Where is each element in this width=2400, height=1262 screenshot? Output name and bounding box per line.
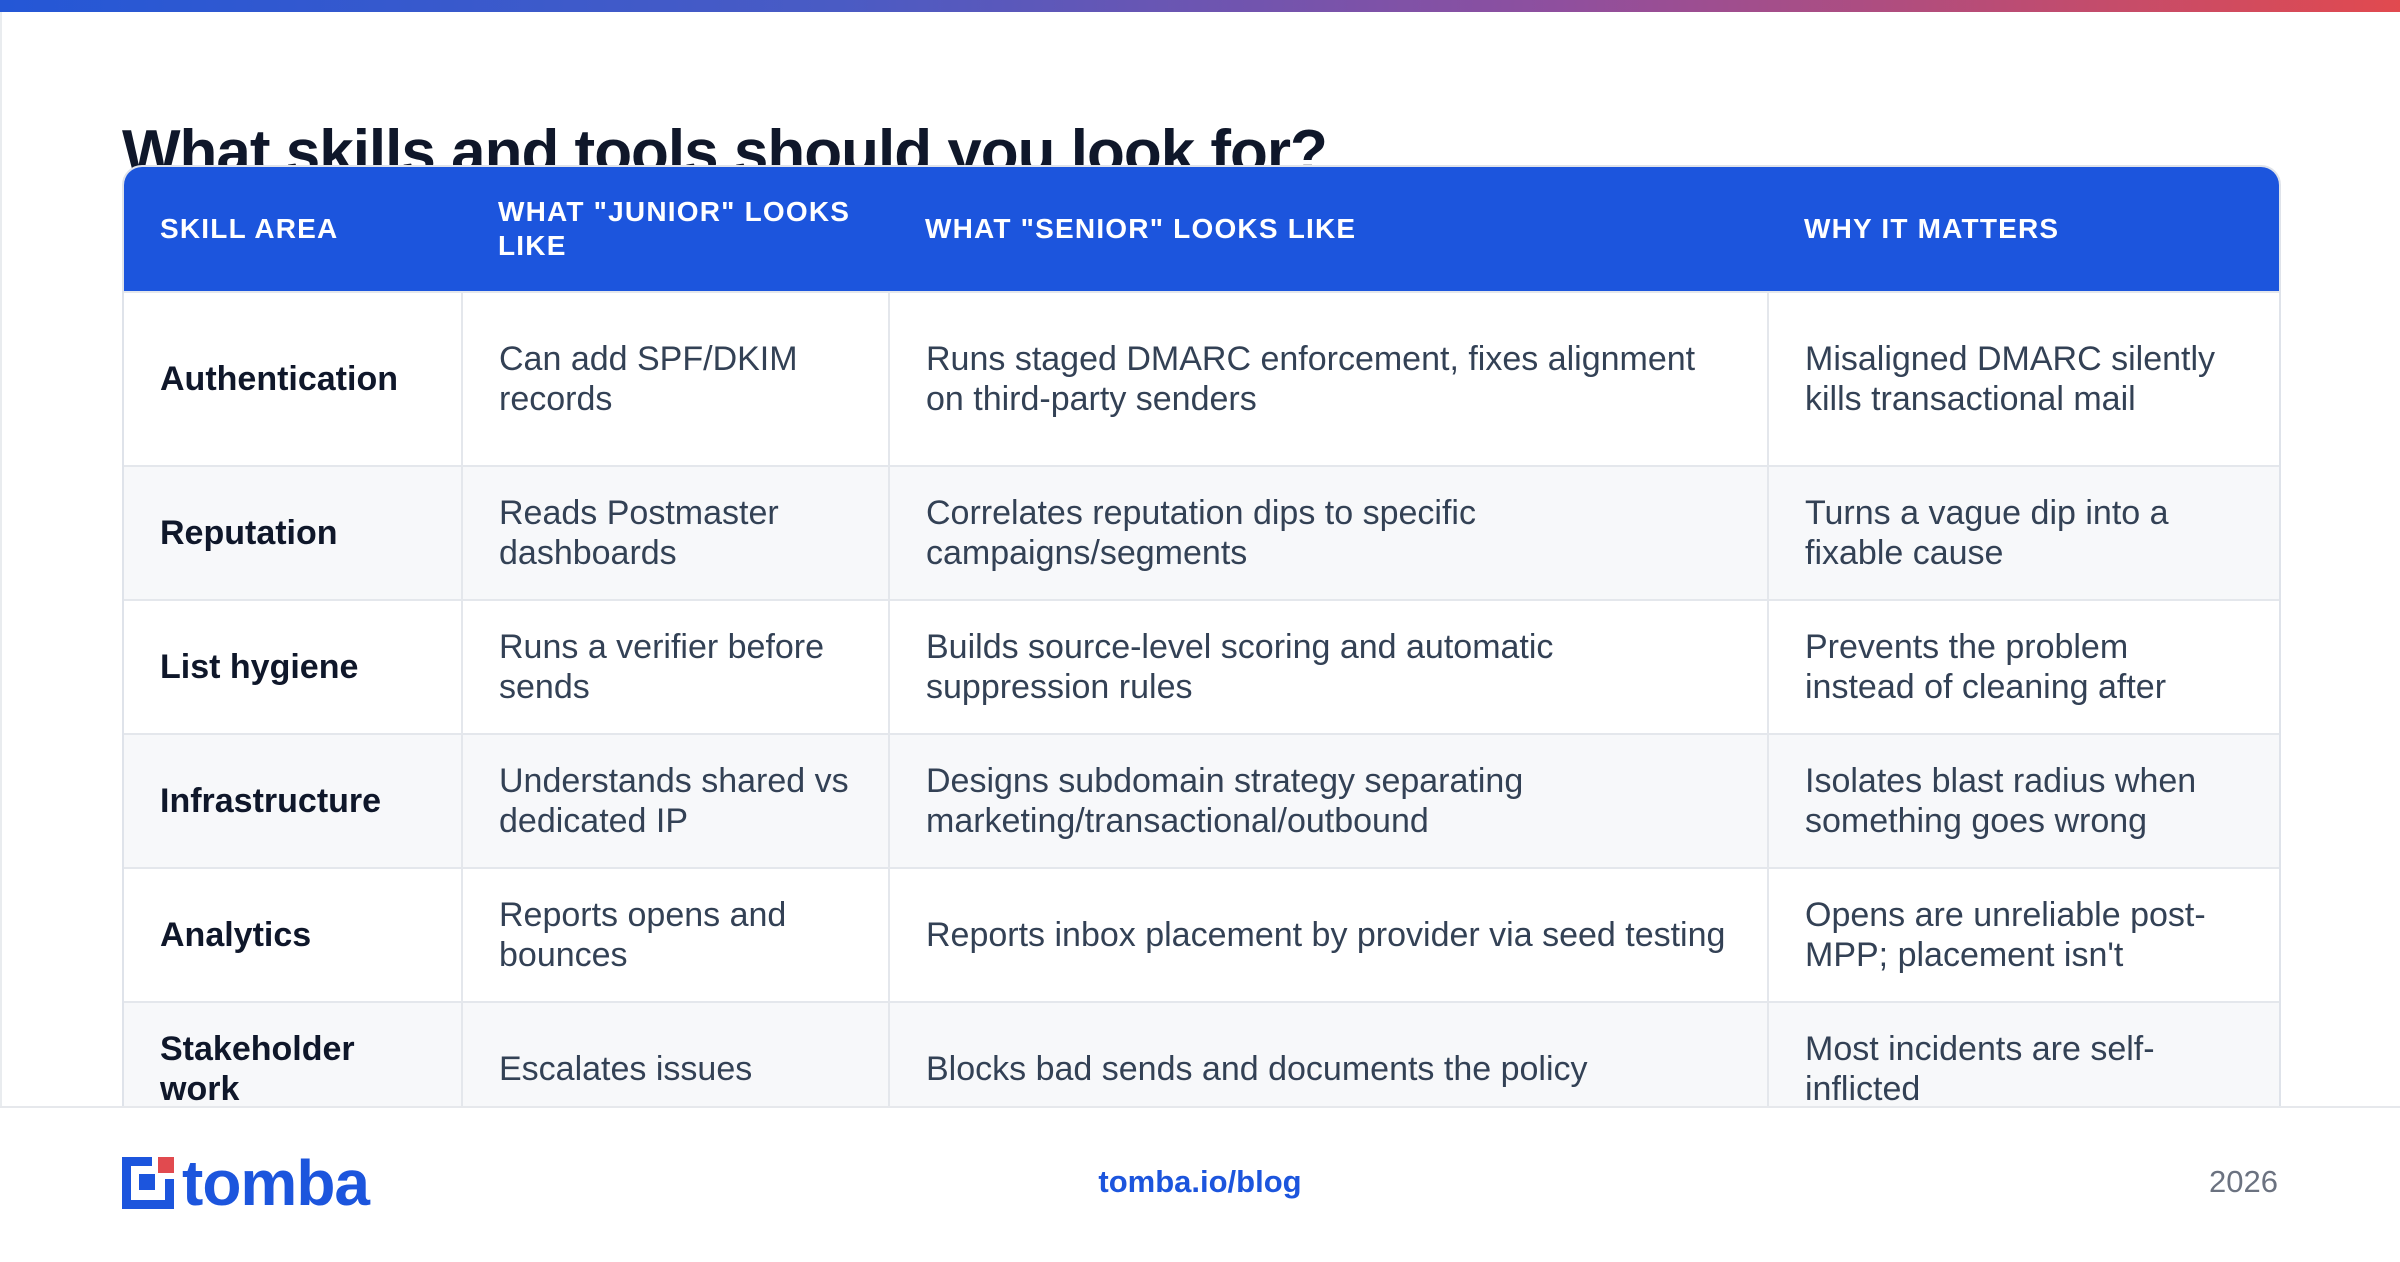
top-gradient-bar — [0, 0, 2400, 12]
junior-cell: Can add SPF/DKIM records — [462, 291, 890, 466]
footer-year: 2026 — [2209, 1164, 2278, 1199]
why-cell: Turns a vague dip into a fixable cause — [1768, 465, 2279, 600]
table-row: List hygiene Runs a verifier before send… — [124, 599, 2279, 734]
table-row: Analytics Reports opens and bounces Repo… — [124, 867, 2279, 1002]
skill-cell: Reputation — [124, 465, 463, 600]
senior-cell: Reports inbox placement by provider via … — [889, 867, 1769, 1002]
why-cell: Prevents the problem instead of cleaning… — [1768, 599, 2279, 734]
skills-table: SKILL AREA WHAT "JUNIOR" LOOKS LIKE WHAT… — [124, 167, 2279, 1135]
blog-link[interactable]: tomba.io/blog — [0, 1164, 2400, 1200]
senior-cell: Correlates reputation dips to specific c… — [889, 465, 1769, 600]
why-cell: Opens are unreliable post-MPP; placement… — [1768, 867, 2279, 1002]
junior-cell: Reads Postmaster dashboards — [462, 465, 890, 600]
skill-cell: Infrastructure — [124, 733, 463, 868]
skill-cell: Authentication — [124, 291, 463, 466]
senior-cell: Builds source-level scoring and automati… — [889, 599, 1769, 734]
why-cell: Isolates blast radius when something goe… — [1768, 733, 2279, 868]
senior-cell: Designs subdomain strategy separating ma… — [889, 733, 1769, 868]
senior-cell: Runs staged DMARC enforcement, fixes ali… — [889, 291, 1769, 466]
junior-cell: Reports opens and bounces — [462, 867, 890, 1002]
junior-cell: Understands shared vs dedicated IP — [462, 733, 890, 868]
junior-cell: Runs a verifier before sends — [462, 599, 890, 734]
why-cell: Misaligned DMARC silently kills transact… — [1768, 291, 2279, 466]
page-title: What skills and tools should you look fo… — [122, 118, 1327, 170]
skill-cell: List hygiene — [124, 599, 463, 734]
frame-border — [0, 12, 2, 1260]
skills-table-container: SKILL AREA WHAT "JUNIOR" LOOKS LIKE WHAT… — [122, 165, 2281, 1139]
header-skill-area: SKILL AREA — [124, 167, 462, 292]
header-why: WHY IT MATTERS — [1768, 167, 2279, 292]
skill-cell: Analytics — [124, 867, 463, 1002]
table-row: Authentication Can add SPF/DKIM records … — [124, 291, 2279, 466]
table-row: Reputation Reads Postmaster dashboards C… — [124, 465, 2279, 600]
table-row: Infrastructure Understands shared vs ded… — [124, 733, 2279, 868]
header-senior: WHAT "SENIOR" LOOKS LIKE — [889, 167, 1768, 292]
table-header-row: SKILL AREA WHAT "JUNIOR" LOOKS LIKE WHAT… — [124, 167, 2279, 292]
header-junior: WHAT "JUNIOR" LOOKS LIKE — [462, 167, 889, 292]
